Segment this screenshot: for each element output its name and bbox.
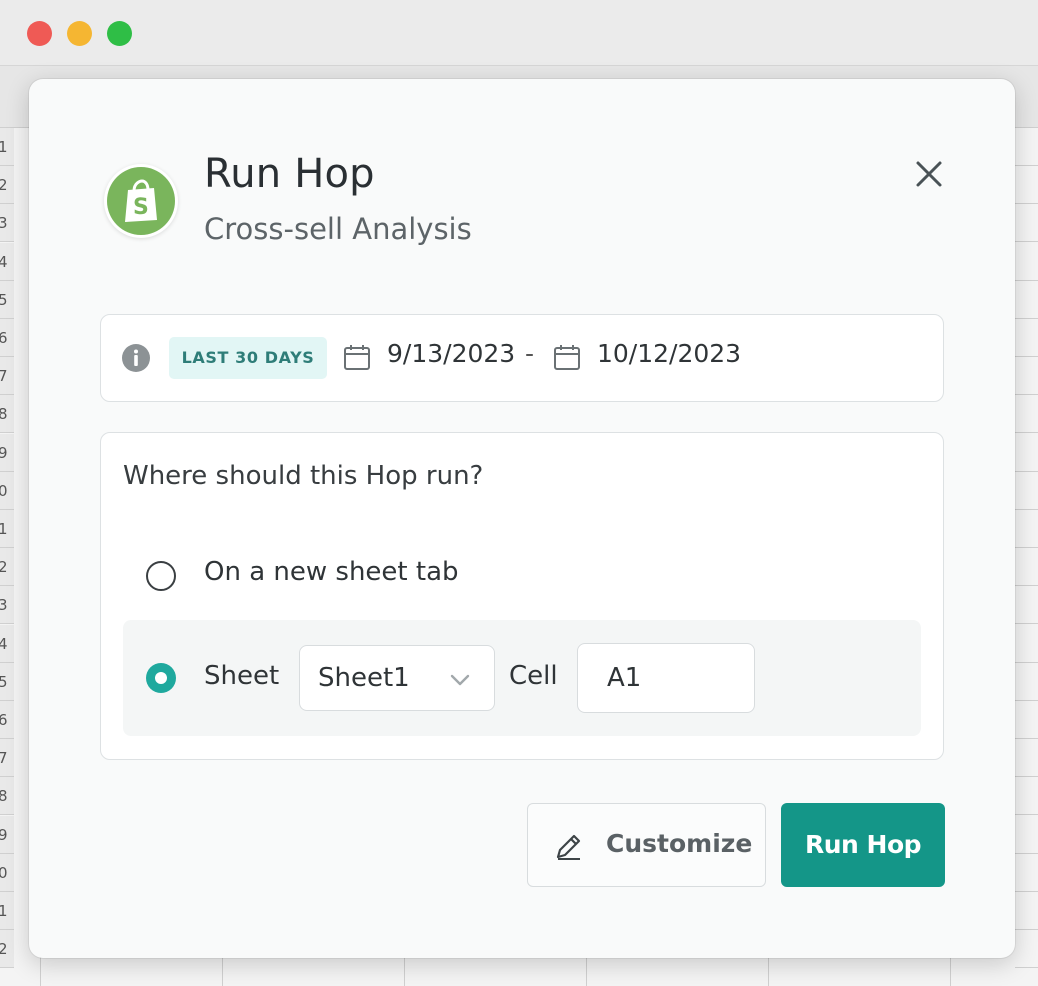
grid-line [1015, 890, 1038, 892]
grid-line [404, 956, 405, 986]
grid-line [1015, 814, 1038, 816]
date-separator: - [525, 339, 535, 368]
grid-line [1015, 432, 1038, 434]
close-button[interactable] [912, 157, 946, 191]
row-number: 0 [0, 471, 14, 510]
row-number: 1 [0, 128, 14, 166]
cell-input[interactable] [577, 643, 755, 713]
sheet-select-value: Sheet1 [318, 663, 410, 693]
run-hop-label: Run Hop [804, 830, 922, 859]
grid-line [1015, 738, 1038, 739]
grid-line [1015, 967, 1038, 969]
row-number: 3 [0, 586, 14, 625]
row-number: 7 [0, 357, 14, 396]
svg-text:S: S [133, 195, 149, 220]
destination-question: Where should this Hop run? [123, 461, 484, 491]
date-range-badge[interactable]: LAST 30 DAYS [169, 337, 327, 379]
customize-label: Customize [606, 829, 753, 858]
dialog-subtitle: Cross-sell Analysis [204, 212, 472, 246]
window-close-button[interactable] [27, 21, 52, 46]
grid-line [1015, 929, 1038, 930]
pencil-icon [556, 834, 581, 860]
new-sheet-tab-label[interactable]: On a new sheet tab [204, 557, 459, 587]
close-icon [916, 161, 942, 187]
grid-line [950, 956, 951, 986]
run-hop-dialog: S Run Hop Cross-sell Analysis LAST 30 DA… [29, 79, 1015, 958]
window-titlebar [0, 0, 1038, 66]
row-number: 5 [0, 662, 14, 701]
start-date[interactable]: 9/13/2023 [387, 339, 515, 368]
calendar-icon[interactable] [553, 343, 581, 371]
sheet-radio[interactable] [146, 663, 176, 693]
grid-line [1015, 356, 1038, 357]
row-number: 9 [0, 815, 14, 854]
grid-line [1015, 776, 1038, 778]
row-number: 1 [0, 510, 14, 548]
grid-line [1015, 241, 1038, 243]
shopify-bag-icon: S [125, 179, 157, 222]
row-number: 8 [0, 777, 14, 816]
row-number: 6 [0, 701, 14, 739]
new-sheet-tab-radio[interactable] [146, 561, 176, 591]
sheet-label[interactable]: Sheet [204, 661, 279, 691]
row-number: 6 [0, 319, 14, 357]
grid-line [586, 956, 587, 986]
row-number: 1 [0, 892, 14, 930]
row-number: 0 [0, 853, 14, 892]
row-number: 4 [0, 242, 14, 281]
date-range-card: LAST 30 DAYS 9/13/2023 - 10/12/2023 [100, 314, 944, 402]
grid-line [1015, 699, 1038, 701]
grid-line [1015, 165, 1038, 166]
row-number: 5 [0, 280, 14, 319]
row-number: 7 [0, 739, 14, 778]
row-number: 9 [0, 433, 14, 472]
chevron-down-icon [450, 674, 470, 686]
run-hop-button[interactable]: Run Hop [781, 803, 945, 887]
info-icon [122, 344, 150, 372]
grid-line [40, 956, 41, 986]
row-number: 2 [0, 930, 14, 969]
grid-line [1015, 470, 1038, 472]
grid-line [1015, 623, 1038, 625]
grid-line [1015, 508, 1038, 510]
row-number: 3 [0, 204, 14, 243]
destination-card: Where should this Hop run? On a new shee… [100, 432, 944, 760]
row-number: 4 [0, 624, 14, 663]
window-zoom-button[interactable] [107, 21, 132, 46]
row-number: 2 [0, 166, 14, 205]
grid-line [222, 956, 223, 986]
grid-line [1015, 317, 1038, 319]
end-date[interactable]: 10/12/2023 [597, 339, 741, 368]
calendar-icon[interactable] [343, 343, 371, 371]
grid-line [1015, 661, 1038, 663]
grid-line [1015, 547, 1038, 548]
dialog-title: Run Hop [204, 151, 375, 197]
cell-label: Cell [509, 661, 558, 691]
grid-line [1015, 203, 1038, 205]
grid-line [1015, 585, 1038, 587]
customize-button[interactable]: Customize [527, 803, 766, 887]
row-number: 2 [0, 548, 14, 587]
sheet-option-row: Sheet Sheet1 Cell [123, 620, 921, 736]
row-number: 8 [0, 395, 14, 434]
grid-line [1015, 394, 1038, 396]
shopify-logo: S [104, 164, 178, 238]
grid-line [1015, 279, 1038, 281]
sheet-select[interactable]: Sheet1 [299, 645, 495, 711]
window-minimize-button[interactable] [67, 21, 92, 46]
grid-line [1015, 852, 1038, 854]
grid-line [768, 956, 769, 986]
